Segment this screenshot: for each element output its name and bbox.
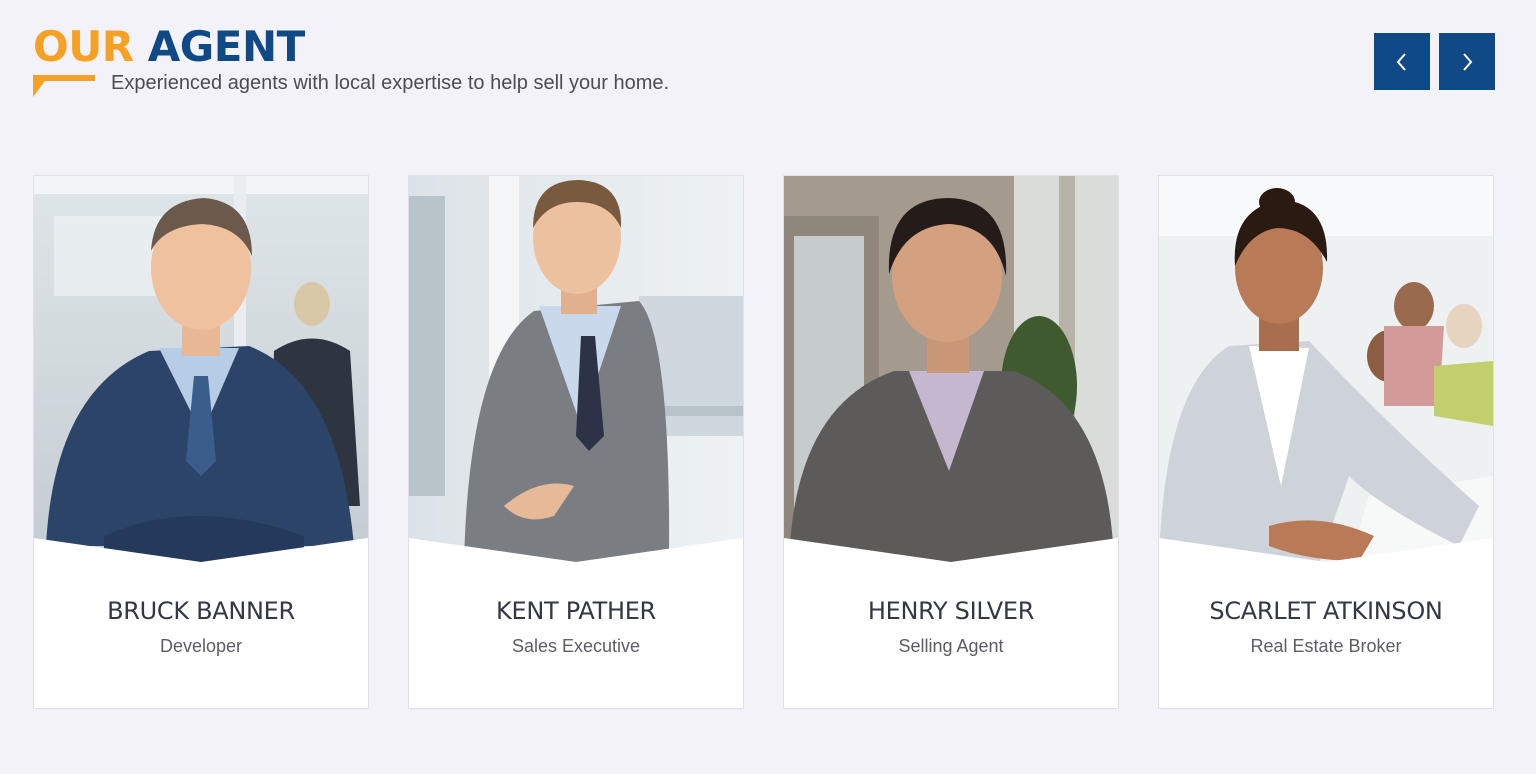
- carousel-next-button[interactable]: [1439, 33, 1495, 90]
- agent-photo: [409, 176, 743, 563]
- agent-card[interactable]: KENT PATHER Sales Executive: [408, 175, 744, 709]
- chevron-right-icon: [1463, 52, 1473, 71]
- section-title-accent: OUR: [33, 22, 134, 71]
- agent-card[interactable]: BRUCK BANNER Developer: [33, 175, 369, 709]
- agent-name[interactable]: BRUCK BANNER: [34, 597, 368, 625]
- section-title-main: AGENT: [147, 22, 305, 71]
- chevron-left-icon: [1396, 52, 1406, 71]
- agent-name[interactable]: KENT PATHER: [409, 597, 743, 625]
- speech-bubble-icon: [33, 75, 95, 97]
- section-header: OUR AGENT Experienced agents with local …: [33, 24, 669, 97]
- agent-name[interactable]: SCARLET ATKINSON: [1159, 597, 1493, 625]
- agent-photo: [1159, 176, 1493, 563]
- card-divider: [1159, 538, 1493, 568]
- section-subtitle: Experienced agents with local expertise …: [111, 72, 670, 94]
- agent-role: Selling Agent: [898, 636, 1004, 656]
- agent-role: Real Estate Broker: [1250, 636, 1402, 656]
- agent-photo: [784, 176, 1118, 563]
- agent-role: Sales Executive: [511, 636, 641, 656]
- carousel-prev-button[interactable]: [1374, 33, 1430, 90]
- agent-role: Developer: [159, 636, 243, 656]
- card-divider: [409, 538, 743, 568]
- card-divider: [784, 538, 1118, 568]
- agent-name[interactable]: HENRY SILVER: [784, 597, 1118, 625]
- agent-photo: [34, 176, 368, 563]
- agent-card[interactable]: HENRY SILVER Selling Agent: [783, 175, 1119, 709]
- card-divider: [34, 538, 368, 568]
- agent-card[interactable]: SCARLET ATKINSON Real Estate Broker: [1158, 175, 1494, 709]
- section-title: OUR AGENT: [33, 24, 305, 70]
